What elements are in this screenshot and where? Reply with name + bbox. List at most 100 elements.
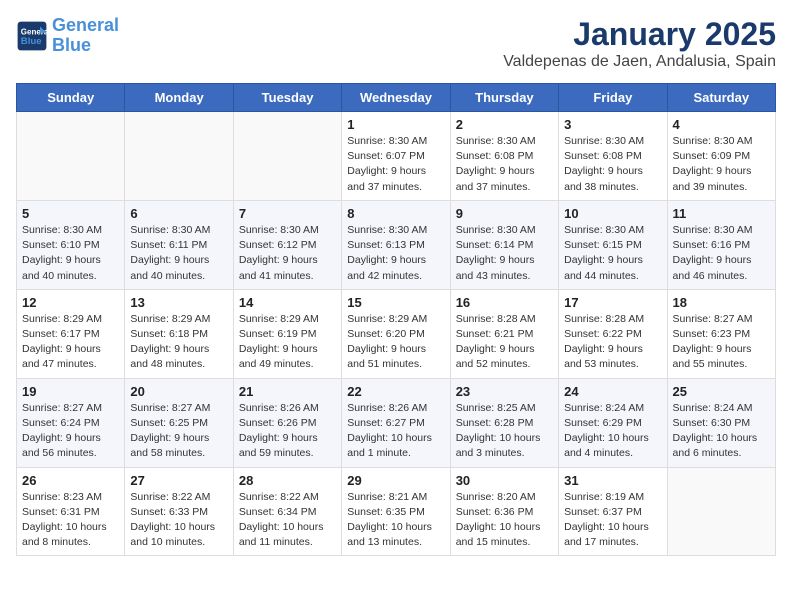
day-number: 25 [673,384,770,399]
day-info: Sunrise: 8:27 AM Sunset: 6:24 PM Dayligh… [22,401,119,462]
day-number: 31 [564,473,661,488]
day-info: Sunrise: 8:30 AM Sunset: 6:13 PM Dayligh… [347,223,444,284]
logo-text: General Blue [52,16,119,56]
day-info: Sunrise: 8:27 AM Sunset: 6:23 PM Dayligh… [673,312,770,373]
day-number: 14 [239,295,336,310]
calendar-cell: 24Sunrise: 8:24 AM Sunset: 6:29 PM Dayli… [559,378,667,467]
calendar-cell [667,467,775,556]
header-wednesday: Wednesday [342,84,450,112]
calendar-cell: 12 Sunrise: 8:29 AM Sunset: 6:17 PM Dayli… [17,289,125,378]
day-number: 3 [564,117,661,132]
calendar-cell: 13 Sunrise: 8:29 AM Sunset: 6:18 PM Dayli… [125,289,233,378]
calendar-cell [17,112,125,201]
day-number: 19 [22,384,119,399]
week-row-5: 26 Sunrise: 8:23 AM Sunset: 6:31 PM Dayli… [17,467,776,556]
day-info: Sunrise: 8:30 AM Sunset: 6:11 PM Dayligh… [130,223,227,284]
day-info: Sunrise: 8:30 AM Sunset: 6:08 PM Dayligh… [456,134,553,195]
day-info: Sunrise: 8:29 AM Sunset: 6:19 PM Dayligh… [239,312,336,373]
calendar-cell: 11Sunrise: 8:30 AM Sunset: 6:16 PM Dayli… [667,200,775,289]
day-number: 9 [456,206,553,221]
day-info: Sunrise: 8:29 AM Sunset: 6:17 PM Dayligh… [22,312,119,373]
day-info: Sunrise: 8:28 AM Sunset: 6:21 PM Dayligh… [456,312,553,373]
subtitle: Valdepenas de Jaen, Andalusia, Spain [503,53,776,71]
day-info: Sunrise: 8:30 AM Sunset: 6:10 PM Dayligh… [22,223,119,284]
day-number: 22 [347,384,444,399]
calendar-cell: 4 Sunrise: 8:30 AM Sunset: 6:09 PM Daylig… [667,112,775,201]
day-number: 28 [239,473,336,488]
day-info: Sunrise: 8:30 AM Sunset: 6:08 PM Dayligh… [564,134,661,195]
calendar-cell: 3 Sunrise: 8:30 AM Sunset: 6:08 PM Daylig… [559,112,667,201]
calendar-cell: 1 Sunrise: 8:30 AM Sunset: 6:07 PM Daylig… [342,112,450,201]
day-number: 4 [673,117,770,132]
day-info: Sunrise: 8:25 AM Sunset: 6:28 PM Dayligh… [456,401,553,462]
day-info: Sunrise: 8:30 AM Sunset: 6:07 PM Dayligh… [347,134,444,195]
day-info: Sunrise: 8:30 AM Sunset: 6:14 PM Dayligh… [456,223,553,284]
day-number: 29 [347,473,444,488]
calendar-cell: 16 Sunrise: 8:28 AM Sunset: 6:21 PM Dayli… [450,289,558,378]
day-number: 2 [456,117,553,132]
week-row-1: 1 Sunrise: 8:30 AM Sunset: 6:07 PM Daylig… [17,112,776,201]
day-info: Sunrise: 8:30 AM Sunset: 6:16 PM Dayligh… [673,223,770,284]
day-info: Sunrise: 8:21 AM Sunset: 6:35 PM Dayligh… [347,490,444,551]
week-row-3: 12 Sunrise: 8:29 AM Sunset: 6:17 PM Dayli… [17,289,776,378]
day-number: 10 [564,206,661,221]
header-thursday: Thursday [450,84,558,112]
day-info: Sunrise: 8:30 AM Sunset: 6:09 PM Dayligh… [673,134,770,195]
day-number: 13 [130,295,227,310]
day-number: 12 [22,295,119,310]
day-number: 18 [673,295,770,310]
calendar-cell: 14 Sunrise: 8:29 AM Sunset: 6:19 PM Dayli… [233,289,341,378]
calendar-cell: 7 Sunrise: 8:30 AM Sunset: 6:12 PM Daylig… [233,200,341,289]
calendar-cell: 26 Sunrise: 8:23 AM Sunset: 6:31 PM Dayli… [17,467,125,556]
day-info: Sunrise: 8:22 AM Sunset: 6:33 PM Dayligh… [130,490,227,551]
calendar-cell: 18 Sunrise: 8:27 AM Sunset: 6:23 PM Dayli… [667,289,775,378]
calendar-cell: 23 Sunrise: 8:25 AM Sunset: 6:28 PM Dayli… [450,378,558,467]
day-info: Sunrise: 8:29 AM Sunset: 6:20 PM Dayligh… [347,312,444,373]
day-info: Sunrise: 8:23 AM Sunset: 6:31 PM Dayligh… [22,490,119,551]
day-number: 16 [456,295,553,310]
calendar-cell: 6 Sunrise: 8:30 AM Sunset: 6:11 PM Daylig… [125,200,233,289]
calendar-cell: 10 Sunrise: 8:30 AM Sunset: 6:15 PM Dayli… [559,200,667,289]
calendar-cell: 9 Sunrise: 8:30 AM Sunset: 6:14 PM Daylig… [450,200,558,289]
calendar-cell: 21Sunrise: 8:26 AM Sunset: 6:26 PM Dayli… [233,378,341,467]
day-info: Sunrise: 8:30 AM Sunset: 6:12 PM Dayligh… [239,223,336,284]
calendar-cell [233,112,341,201]
day-number: 27 [130,473,227,488]
calendar-cell: 15 Sunrise: 8:29 AM Sunset: 6:20 PM Dayli… [342,289,450,378]
day-number: 6 [130,206,227,221]
day-number: 26 [22,473,119,488]
day-number: 1 [347,117,444,132]
day-info: Sunrise: 8:24 AM Sunset: 6:30 PM Dayligh… [673,401,770,462]
day-info: Sunrise: 8:30 AM Sunset: 6:15 PM Dayligh… [564,223,661,284]
day-number: 5 [22,206,119,221]
day-number: 30 [456,473,553,488]
day-info: Sunrise: 8:20 AM Sunset: 6:36 PM Dayligh… [456,490,553,551]
calendar-cell: 19 Sunrise: 8:27 AM Sunset: 6:24 PM Dayli… [17,378,125,467]
day-number: 7 [239,206,336,221]
day-info: Sunrise: 8:26 AM Sunset: 6:26 PM Dayligh… [239,401,336,462]
day-info: Sunrise: 8:27 AM Sunset: 6:25 PM Dayligh… [130,401,227,462]
day-number: 15 [347,295,444,310]
day-info: Sunrise: 8:22 AM Sunset: 6:34 PM Dayligh… [239,490,336,551]
day-number: 23 [456,384,553,399]
main-title: January 2025 [503,16,776,53]
day-info: Sunrise: 8:28 AM Sunset: 6:22 PM Dayligh… [564,312,661,373]
calendar-cell: 29 Sunrise: 8:21 AM Sunset: 6:35 PM Dayli… [342,467,450,556]
calendar-cell [125,112,233,201]
header-sunday: Sunday [17,84,125,112]
day-info: Sunrise: 8:29 AM Sunset: 6:18 PM Dayligh… [130,312,227,373]
calendar-cell: 28 Sunrise: 8:22 AM Sunset: 6:34 PM Dayli… [233,467,341,556]
calendar-cell: 31Sunrise: 8:19 AM Sunset: 6:37 PM Dayli… [559,467,667,556]
calendar-cell: 17Sunrise: 8:28 AM Sunset: 6:22 PM Dayli… [559,289,667,378]
calendar-cell: 30 Sunrise: 8:20 AM Sunset: 6:36 PM Dayli… [450,467,558,556]
day-info: Sunrise: 8:26 AM Sunset: 6:27 PM Dayligh… [347,401,444,462]
calendar-header-row: SundayMondayTuesdayWednesdayThursdayFrid… [17,84,776,112]
header-saturday: Saturday [667,84,775,112]
header: General Blue General Blue January 2025 V… [16,16,776,71]
week-row-2: 5 Sunrise: 8:30 AM Sunset: 6:10 PM Daylig… [17,200,776,289]
calendar-cell: 27 Sunrise: 8:22 AM Sunset: 6:33 PM Dayli… [125,467,233,556]
logo-line1: General [52,15,119,35]
calendar-cell: 5 Sunrise: 8:30 AM Sunset: 6:10 PM Daylig… [17,200,125,289]
title-area: January 2025 Valdepenas de Jaen, Andalus… [503,16,776,71]
day-number: 20 [130,384,227,399]
